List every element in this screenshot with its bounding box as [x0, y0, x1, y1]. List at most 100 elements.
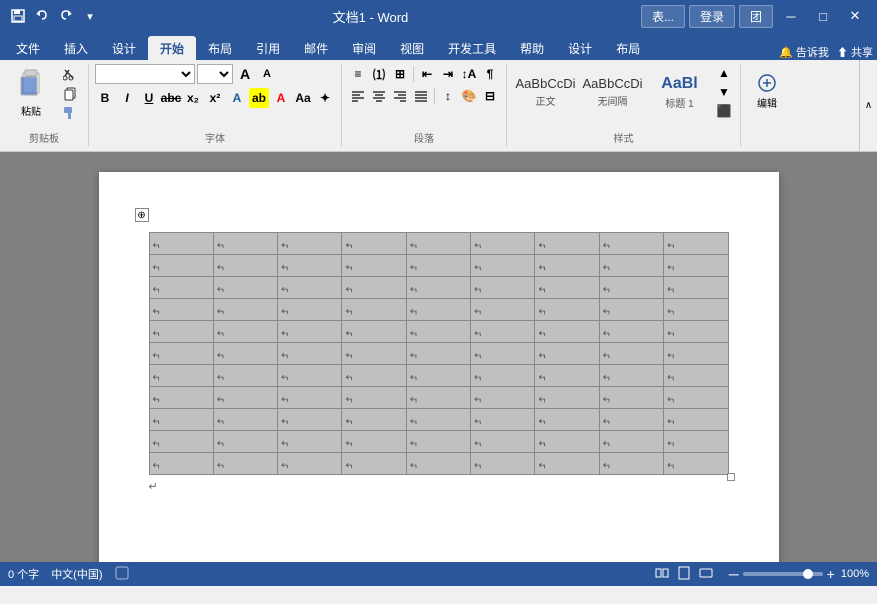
table-cell[interactable]: ↵: [471, 299, 535, 321]
table-cell[interactable]: ↵: [599, 365, 663, 387]
table-cell[interactable]: ↵: [406, 387, 470, 409]
table-cell[interactable]: ↵: [664, 277, 728, 299]
table-cell[interactable]: ↵: [149, 277, 213, 299]
superscript-button[interactable]: x²: [205, 88, 225, 108]
restore-button[interactable]: □: [809, 5, 837, 27]
read-mode-button[interactable]: [655, 566, 669, 583]
table-cell[interactable]: ↵: [213, 277, 277, 299]
table-cell[interactable]: ↵: [213, 387, 277, 409]
table-cell[interactable]: ↵: [535, 299, 599, 321]
increase-font-button[interactable]: A: [235, 64, 255, 84]
table-cell[interactable]: ↵: [535, 255, 599, 277]
tab-review[interactable]: 审阅: [340, 36, 388, 60]
bold-button[interactable]: B: [95, 88, 115, 108]
styles-scroll-down[interactable]: ▼: [714, 83, 734, 102]
table-cell[interactable]: ↵: [278, 233, 342, 255]
format-painter-button[interactable]: [58, 104, 82, 122]
table-cell[interactable]: ↵: [213, 365, 277, 387]
style-no-spacing[interactable]: AaBbCcDi 无间隔: [580, 62, 645, 122]
sort-button[interactable]: ↕A: [459, 64, 479, 84]
table-cell[interactable]: ↵: [278, 255, 342, 277]
table-cell[interactable]: ↵: [278, 387, 342, 409]
line-spacing-button[interactable]: ↕: [438, 86, 458, 106]
tab-references[interactable]: 引用: [244, 36, 292, 60]
justify-button[interactable]: [411, 86, 431, 106]
close-button[interactable]: ✕: [841, 5, 869, 27]
table-cell[interactable]: ↵: [213, 409, 277, 431]
table-cell[interactable]: ↵: [278, 321, 342, 343]
table-cell[interactable]: ↵: [471, 409, 535, 431]
table-cell[interactable]: ↵: [664, 255, 728, 277]
login-button[interactable]: 登录: [689, 5, 735, 28]
table-cell[interactable]: ↵: [599, 277, 663, 299]
align-left-button[interactable]: [348, 86, 368, 106]
table-cell[interactable]: ↵: [471, 233, 535, 255]
underline-button[interactable]: U: [139, 88, 159, 108]
paste-button[interactable]: 粘贴: [6, 64, 56, 122]
table-cell[interactable]: ↵: [213, 453, 277, 475]
table-cell[interactable]: ↵: [664, 409, 728, 431]
table-cell[interactable]: ↵: [599, 343, 663, 365]
italic-button[interactable]: I: [117, 88, 137, 108]
table-cell[interactable]: ↵: [342, 255, 406, 277]
table-cell[interactable]: ↵: [342, 387, 406, 409]
table-cell[interactable]: ↵: [149, 343, 213, 365]
table-cell[interactable]: ↵: [278, 409, 342, 431]
table-cell[interactable]: ↵: [471, 321, 535, 343]
table-cell[interactable]: ↵: [535, 453, 599, 475]
table-cell[interactable]: ↵: [213, 255, 277, 277]
table-cell[interactable]: ↵: [406, 409, 470, 431]
table-cell[interactable]: ↵: [599, 409, 663, 431]
table-cell[interactable]: ↵: [149, 365, 213, 387]
table-cell[interactable]: ↵: [149, 409, 213, 431]
table-cell[interactable]: ↵: [406, 343, 470, 365]
tab-view[interactable]: 视图: [388, 36, 436, 60]
table-cell[interactable]: ↵: [471, 365, 535, 387]
font-color-button[interactable]: A: [271, 88, 291, 108]
table-cell[interactable]: ↵: [599, 431, 663, 453]
table-cell[interactable]: ↵: [149, 321, 213, 343]
table-cell[interactable]: ↵: [278, 299, 342, 321]
multilevel-list-button[interactable]: ⊞: [390, 64, 410, 84]
cut-button[interactable]: [58, 66, 82, 84]
table-cell[interactable]: ↵: [149, 255, 213, 277]
tab-table-design[interactable]: 设计: [556, 36, 604, 60]
align-right-button[interactable]: [390, 86, 410, 106]
table-cell[interactable]: ↵: [471, 255, 535, 277]
text-highlight-button[interactable]: ab: [249, 88, 269, 108]
zoom-out-button[interactable]: ─: [729, 567, 739, 581]
customize-qa-button[interactable]: ▾: [80, 6, 100, 26]
web-layout-button[interactable]: [699, 566, 713, 583]
tab-help[interactable]: 帮助: [508, 36, 556, 60]
font-name-select[interactable]: [95, 64, 195, 84]
table-cell[interactable]: ↵: [342, 453, 406, 475]
table-resize-handle[interactable]: [727, 473, 735, 481]
table-cell[interactable]: ↵: [406, 431, 470, 453]
bullet-list-button[interactable]: ≡: [348, 64, 368, 84]
table-cell[interactable]: ↵: [342, 233, 406, 255]
ribbon-collapse-button[interactable]: ∧: [859, 60, 877, 151]
table-cell[interactable]: ↵: [535, 343, 599, 365]
table-cell[interactable]: ↵: [599, 453, 663, 475]
table-cell[interactable]: ↵: [149, 233, 213, 255]
table-cell[interactable]: ↵: [535, 277, 599, 299]
show-marks-button[interactable]: ¶: [480, 64, 500, 84]
strikethrough-button[interactable]: abc: [161, 88, 181, 108]
style-normal[interactable]: AaBbCcDi 正文: [513, 62, 578, 122]
font-size-select[interactable]: [197, 64, 233, 84]
table-cell[interactable]: ↵: [471, 343, 535, 365]
tab-developer[interactable]: 开发工具: [436, 36, 508, 60]
tab-layout[interactable]: 布局: [196, 36, 244, 60]
table-cell[interactable]: ↵: [471, 431, 535, 453]
border-button[interactable]: ⊟: [480, 86, 500, 106]
table-cell[interactable]: ↵: [535, 387, 599, 409]
table-cell[interactable]: ↵: [149, 387, 213, 409]
table-cell[interactable]: ↵: [599, 299, 663, 321]
table-cell[interactable]: ↵: [342, 321, 406, 343]
styles-scroll-up[interactable]: ▲: [714, 64, 734, 83]
tab-file[interactable]: 文件: [4, 36, 52, 60]
table-cell[interactable]: ↵: [342, 409, 406, 431]
undo-button[interactable]: [32, 6, 52, 26]
increase-indent-button[interactable]: ⇥: [438, 64, 458, 84]
table-cell[interactable]: ↵: [213, 321, 277, 343]
